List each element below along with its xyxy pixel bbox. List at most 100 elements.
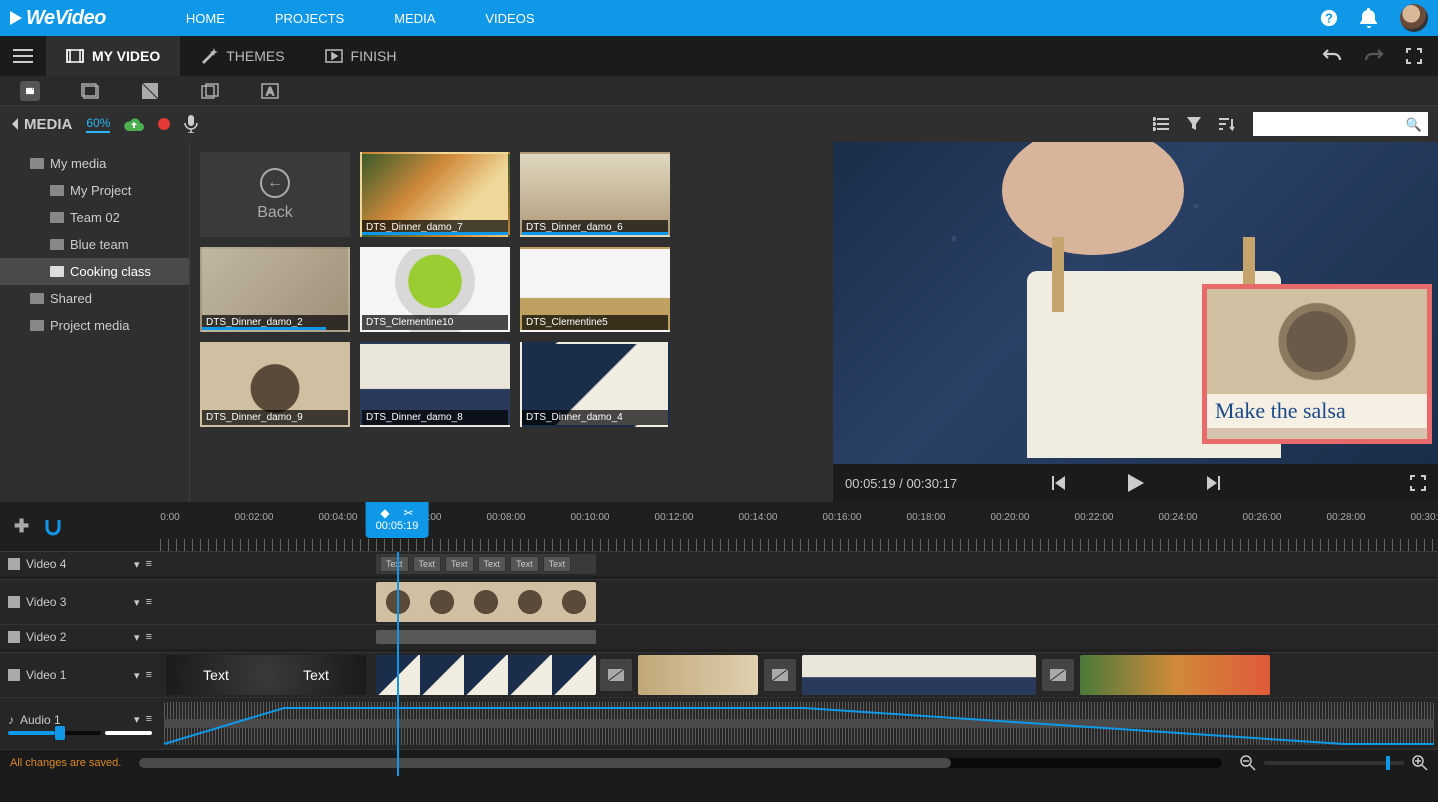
tree-item[interactable]: Project media xyxy=(0,312,189,339)
track-menu-icon[interactable]: ▾ xyxy=(134,631,140,644)
timeline-scrollbar[interactable] xyxy=(139,758,1222,768)
nav-media[interactable]: MEDIA xyxy=(394,11,435,26)
track-name: Video 1 xyxy=(26,668,66,682)
track-settings-icon[interactable]: ≡ xyxy=(146,631,152,644)
clip-video[interactable] xyxy=(376,582,596,622)
redo-button[interactable] xyxy=(1364,47,1384,65)
zoom-out-button[interactable] xyxy=(1240,755,1256,771)
media-item[interactable]: DTS_Dinner_damo_8 xyxy=(360,342,510,427)
fullscreen-button[interactable] xyxy=(1406,48,1422,64)
filter-icon[interactable] xyxy=(1187,117,1201,131)
folder-icon xyxy=(30,158,44,169)
clip-text-row[interactable]: TextTextTextTextTextText xyxy=(376,554,596,574)
tree-item[interactable]: Team 02 xyxy=(0,204,189,231)
cloud-upload-icon[interactable] xyxy=(124,117,144,131)
upload-progress[interactable]: 60% xyxy=(86,116,110,133)
track-lane[interactable]: TextText xyxy=(160,653,1438,697)
snap-toggle[interactable] xyxy=(43,518,63,536)
hamburger-menu[interactable] xyxy=(0,36,46,76)
nav-home[interactable]: HOME xyxy=(186,11,225,26)
track-menu-icon[interactable]: ▾ xyxy=(134,669,140,682)
track-menu-icon[interactable]: ▾ xyxy=(134,558,140,571)
track-lane[interactable]: TextTextTextTextTextText xyxy=(160,552,1438,576)
text-chip[interactable]: Text xyxy=(478,556,507,572)
clip-title-card[interactable]: TextText xyxy=(166,655,366,695)
track-menu-icon[interactable]: ▾ xyxy=(134,713,140,726)
tree-item[interactable]: Blue team xyxy=(0,231,189,258)
track-lane[interactable] xyxy=(160,580,1438,624)
track-volume-slider[interactable] xyxy=(8,731,152,735)
timeline-ruler[interactable]: 0:0000:02:0000:04:0000:06:0000:08:0000:1… xyxy=(160,502,1438,551)
text-chip[interactable]: Text xyxy=(380,556,409,572)
undo-button[interactable] xyxy=(1322,47,1342,65)
text-chip[interactable]: Text xyxy=(413,556,442,572)
media-item[interactable]: DTS_Clementine5 xyxy=(520,247,670,332)
nav-videos[interactable]: VIDEOS xyxy=(485,11,534,26)
media-item[interactable]: DTS_Dinner_damo_6 xyxy=(520,152,670,237)
clip-video[interactable] xyxy=(376,655,596,695)
tab-myvideo[interactable]: MY VIDEO xyxy=(46,36,180,76)
pip-overlay[interactable]: Make the salsa xyxy=(1202,284,1432,444)
tree-item[interactable]: My Project xyxy=(0,177,189,204)
clip-transition[interactable] xyxy=(764,659,796,691)
sort-icon[interactable] xyxy=(1219,117,1235,131)
notifications-icon[interactable] xyxy=(1360,9,1378,27)
clip-video[interactable] xyxy=(1080,655,1270,695)
microphone-icon[interactable] xyxy=(184,115,198,133)
photos-tab-icon[interactable] xyxy=(80,81,100,101)
playhead-flag[interactable]: ◆✂ 00:05:19 xyxy=(366,502,429,538)
brand-logo[interactable]: WeVideo xyxy=(10,7,106,30)
track-settings-icon[interactable]: ≡ xyxy=(146,596,152,609)
media-item[interactable]: DTS_Clementine10 xyxy=(360,247,510,332)
preview-fullscreen-button[interactable] xyxy=(1410,475,1426,491)
user-avatar[interactable] xyxy=(1400,4,1428,32)
clip-transition[interactable] xyxy=(1042,659,1074,691)
graphics-tab-icon[interactable] xyxy=(140,81,160,101)
text-chip[interactable]: Text xyxy=(445,556,474,572)
track-settings-icon[interactable]: ≡ xyxy=(146,558,152,571)
audio-lane[interactable] xyxy=(160,698,1438,749)
preview-stage[interactable]: Make the salsa xyxy=(833,142,1438,464)
tab-finish[interactable]: FINISH xyxy=(305,36,417,76)
add-track-button[interactable]: ✚ xyxy=(14,516,29,537)
play-button[interactable] xyxy=(1127,473,1145,493)
record-button[interactable] xyxy=(158,118,170,130)
clip-transition[interactable] xyxy=(600,659,632,691)
clip-video[interactable] xyxy=(638,655,758,695)
media-tab-icon[interactable] xyxy=(20,81,40,101)
volume-envelope[interactable] xyxy=(164,702,1438,753)
zoom-slider[interactable] xyxy=(1264,761,1404,765)
track-settings-icon[interactable]: ≡ xyxy=(146,669,152,682)
list-view-icon[interactable] xyxy=(1153,117,1169,131)
track-lane[interactable] xyxy=(160,625,1438,649)
clip-placeholder[interactable] xyxy=(376,630,596,644)
tree-item[interactable]: My media xyxy=(0,150,189,177)
zoom-in-button[interactable] xyxy=(1412,755,1428,771)
tab-themes-label: THEMES xyxy=(226,48,284,64)
back-button[interactable]: ←Back xyxy=(200,152,350,237)
track-settings-icon[interactable]: ≡ xyxy=(146,713,152,726)
tree-item-active[interactable]: Cooking class xyxy=(0,258,189,285)
text-chip[interactable]: Text xyxy=(543,556,572,572)
prev-button[interactable] xyxy=(1051,475,1067,491)
nav-projects[interactable]: PROJECTS xyxy=(275,11,344,26)
tree-item[interactable]: Shared xyxy=(0,285,189,312)
media-item[interactable]: DTS_Dinner_damo_2 xyxy=(200,247,350,332)
folder-icon xyxy=(50,185,64,196)
help-icon[interactable]: ? xyxy=(1320,9,1338,27)
track-menu-icon[interactable]: ▾ xyxy=(134,596,140,609)
media-breadcrumb[interactable]: MEDIA xyxy=(10,116,72,133)
clip-video[interactable] xyxy=(802,655,1036,695)
next-button[interactable] xyxy=(1205,475,1221,491)
scissors-icon[interactable]: ✂ xyxy=(404,506,414,520)
film-icon xyxy=(66,49,84,63)
transitions-tab-icon[interactable] xyxy=(200,81,220,101)
media-item[interactable]: DTS_Dinner_damo_7 xyxy=(360,152,510,237)
media-item[interactable]: DTS_Dinner_damo_9 xyxy=(200,342,350,427)
text-tab-icon[interactable]: A xyxy=(260,81,280,101)
text-chip[interactable]: Text xyxy=(510,556,539,572)
tab-finish-label: FINISH xyxy=(351,48,397,64)
media-search-input[interactable] xyxy=(1253,112,1428,136)
media-item[interactable]: DTS_Dinner_damo_4 xyxy=(520,342,670,427)
tab-themes[interactable]: THEMES xyxy=(180,36,304,76)
